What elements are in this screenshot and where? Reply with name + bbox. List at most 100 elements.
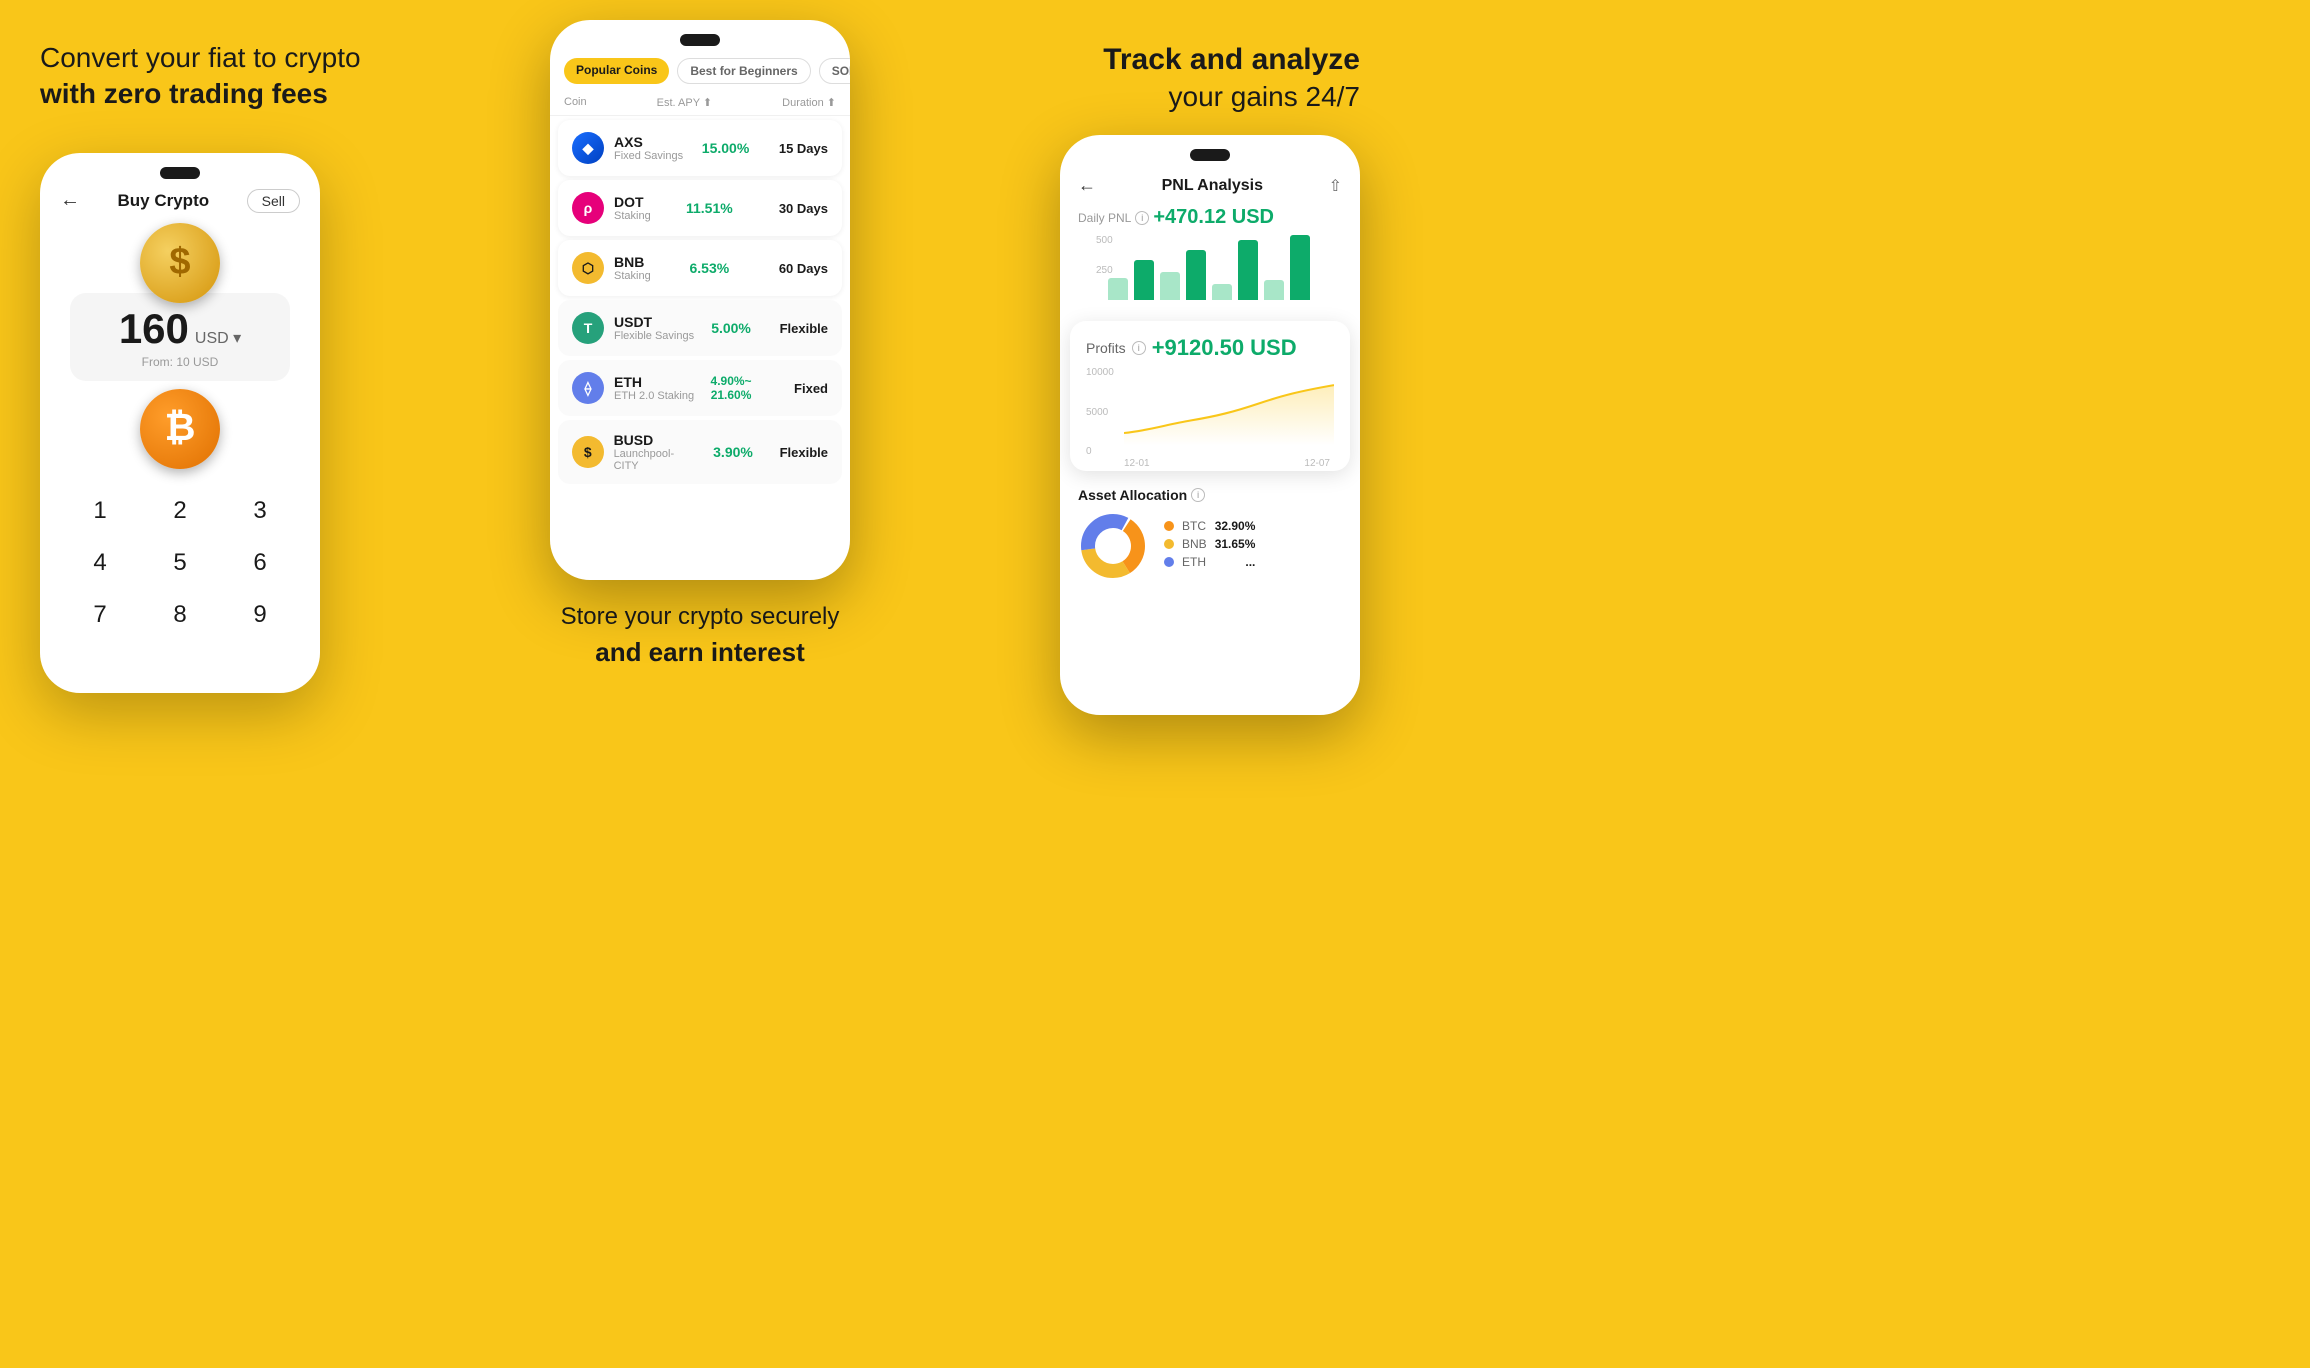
- alloc-legend: BTC 32.90% BNB 31.65% ETH ...: [1164, 519, 1255, 573]
- alloc-btc: BTC 32.90%: [1164, 519, 1255, 533]
- headline-line1: Convert your fiat to crypto: [40, 42, 361, 73]
- btc-coin-icon: ₿: [140, 389, 220, 469]
- busd-sub: Launchpool-CITY: [614, 448, 698, 472]
- tab-popular-coins[interactable]: Popular Coins: [564, 58, 669, 84]
- key-3[interactable]: 3: [220, 485, 300, 537]
- left-section: Convert your fiat to crypto with zero tr…: [0, 0, 462, 840]
- right-phone-notch: [1190, 149, 1230, 161]
- bnb-apy: 6.53%: [674, 260, 744, 276]
- bar-8: [1290, 235, 1310, 300]
- middle-section: Popular Coins Best for Beginners SOL MAT…: [462, 0, 938, 840]
- key-7[interactable]: 7: [60, 589, 140, 641]
- eth-alloc-name: ETH: [1182, 555, 1237, 569]
- btc-name: BTC: [1182, 519, 1207, 533]
- bnb-info: BNB Staking: [614, 254, 651, 282]
- bottom-line1: Store your crypto securely: [561, 603, 840, 630]
- busd-name: BUSD: [614, 432, 698, 448]
- col-coin: Coin: [564, 96, 587, 109]
- bnb-icon: ⬡: [572, 252, 604, 284]
- bar-3: [1160, 272, 1180, 300]
- dot-sub: Staking: [614, 210, 651, 222]
- left-phone-mockup: ← Buy Crypto Sell $ 160 USD ▾ From: 10 U…: [40, 153, 320, 693]
- profits-label: Profits: [1086, 340, 1126, 356]
- dot-apy: 11.51%: [674, 200, 744, 216]
- dot-name: DOT: [614, 194, 651, 210]
- axs-sub: Fixed Savings: [614, 150, 683, 162]
- eth-pct: ...: [1245, 555, 1255, 569]
- coin-row-usdt[interactable]: T USDT Flexible Savings 5.00% Flexible: [558, 300, 842, 356]
- busd-icon: $: [572, 436, 604, 468]
- asset-alloc-info-icon[interactable]: i: [1191, 488, 1205, 502]
- col-apy[interactable]: Est. APY ⬆: [657, 96, 712, 109]
- x-label-end: 12-07: [1304, 458, 1330, 469]
- coin-display: $ 160 USD ▾ From: 10 USD ₿: [40, 223, 320, 469]
- x-labels: 12-01 12-07: [1086, 458, 1334, 469]
- usdt-apy: 5.00%: [696, 320, 766, 336]
- asset-alloc-title: Asset Allocation i: [1078, 487, 1342, 503]
- usdt-left: T USDT Flexible Savings: [572, 312, 694, 344]
- amount-row: 160 USD ▾: [100, 305, 260, 353]
- pnl-back-arrow[interactable]: ←: [1078, 175, 1096, 196]
- pnl-header: ← PNL Analysis ⇧: [1060, 161, 1360, 196]
- key-9[interactable]: 9: [220, 589, 300, 641]
- line-chart-svg: [1086, 367, 1334, 457]
- key-6[interactable]: 6: [220, 537, 300, 589]
- profits-info-icon[interactable]: i: [1132, 341, 1146, 355]
- eth-dot: [1164, 557, 1174, 567]
- axs-apy: 15.00%: [691, 140, 761, 156]
- busd-apy: 3.90%: [698, 444, 768, 460]
- right-headline-line1: Track and analyze: [1103, 40, 1360, 79]
- y-10000: 10000: [1086, 367, 1114, 378]
- daily-pnl-info-icon[interactable]: i: [1135, 211, 1149, 225]
- pnl-title: PNL Analysis: [1162, 177, 1263, 195]
- key-8[interactable]: 8: [140, 589, 220, 641]
- coin-row-bnb[interactable]: ⬡ BNB Staking 6.53% 60 Days: [558, 240, 842, 296]
- daily-pnl-value: +470.12 USD: [1153, 206, 1274, 229]
- dot-left: ρ DOT Staking: [572, 192, 651, 224]
- y-label-250: 250: [1096, 265, 1113, 276]
- share-icon[interactable]: ⇧: [1329, 176, 1342, 196]
- key-4[interactable]: 4: [60, 537, 140, 589]
- dollar-coin-icon: $: [140, 223, 220, 303]
- daily-pnl-label: Daily PNL i +470.12 USD: [1078, 206, 1342, 229]
- bnb-name: BNB: [614, 254, 651, 270]
- tab-beginners[interactable]: Best for Beginners: [677, 58, 810, 84]
- alloc-eth: ETH ...: [1164, 555, 1255, 569]
- bnb-pct: 31.65%: [1215, 537, 1256, 551]
- key-5[interactable]: 5: [140, 537, 220, 589]
- x-label-start: 12-01: [1124, 458, 1150, 469]
- usdt-info: USDT Flexible Savings: [614, 314, 694, 342]
- coin-row-axs[interactable]: ◆ AXS Fixed Savings 15.00% 15 Days: [558, 120, 842, 176]
- middle-phone-mockup: Popular Coins Best for Beginners SOL MAT…: [550, 20, 850, 580]
- tab-sol[interactable]: SOL: [819, 58, 850, 84]
- profits-card: Profits i +9120.50 USD 10000 5000 0: [1070, 321, 1350, 471]
- middle-bottom-text: Store your crypto securely and earn inte…: [561, 600, 840, 670]
- sell-button[interactable]: Sell: [247, 189, 300, 213]
- usdt-icon: T: [572, 312, 604, 344]
- bar-5: [1212, 284, 1232, 300]
- amount-currency: USD ▾: [195, 328, 241, 348]
- bnb-sub: Staking: [614, 270, 651, 282]
- eth-apy: 4.90%~21.60%: [696, 374, 766, 402]
- back-arrow-icon[interactable]: ←: [60, 189, 80, 212]
- right-section: Track and analyze your gains 24/7 ← PNL …: [938, 0, 1400, 840]
- coin-row-busd[interactable]: $ BUSD Launchpool-CITY 3.90% Flexible: [558, 420, 842, 484]
- phone-notch: [160, 167, 200, 179]
- axs-name: AXS: [614, 134, 683, 150]
- bnb-duration: 60 Days: [768, 261, 828, 276]
- right-headline: Track and analyze your gains 24/7: [1103, 40, 1360, 115]
- y-5000: 5000: [1086, 407, 1114, 418]
- col-duration[interactable]: Duration ⬆: [782, 96, 836, 109]
- bnb-left: ⬡ BNB Staking: [572, 252, 651, 284]
- busd-info: BUSD Launchpool-CITY: [614, 432, 698, 472]
- key-1[interactable]: 1: [60, 485, 140, 537]
- coin-row-eth[interactable]: ⟠ ETH ETH 2.0 Staking 4.90%~21.60% Fixed: [558, 360, 842, 416]
- phone-header: ← Buy Crypto Sell: [40, 179, 320, 213]
- busd-left: $ BUSD Launchpool-CITY: [572, 432, 698, 472]
- usdt-sub: Flexible Savings: [614, 330, 694, 342]
- busd-duration: Flexible: [768, 445, 828, 460]
- key-2[interactable]: 2: [140, 485, 220, 537]
- table-header: Coin Est. APY ⬆ Duration ⬆: [550, 92, 850, 116]
- bnb-dot: [1164, 539, 1174, 549]
- coin-row-dot[interactable]: ρ DOT Staking 11.51% 30 Days: [558, 180, 842, 236]
